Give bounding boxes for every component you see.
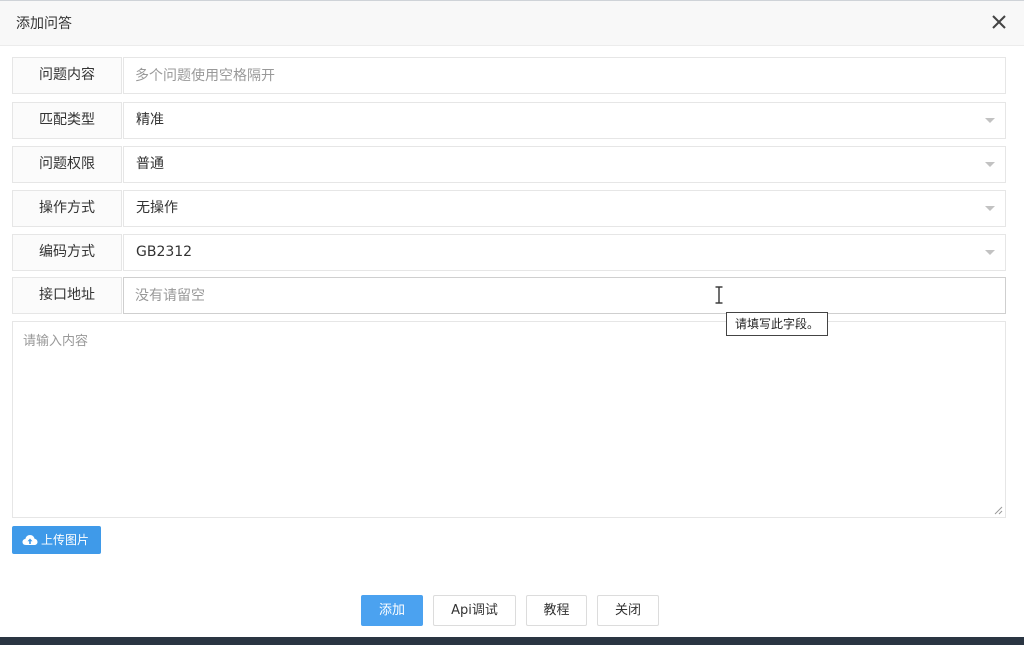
dialog-header: 添加问答: [0, 1, 1024, 46]
match-type-select[interactable]: 精准: [123, 102, 1006, 139]
encoding-value: GB2312: [136, 244, 193, 260]
match-type-row: 匹配类型 精准: [12, 102, 1006, 139]
operation-value: 无操作: [136, 200, 178, 216]
permission-value: 普通: [136, 156, 164, 172]
tutorial-button[interactable]: 教程: [526, 595, 587, 626]
api-test-button[interactable]: Api调试: [433, 595, 516, 626]
content-textarea-wrapper: [12, 321, 1006, 518]
add-button[interactable]: 添加: [361, 595, 423, 626]
operation-row: 操作方式 无操作: [12, 190, 1006, 227]
close-icon[interactable]: [990, 13, 1008, 31]
question-control: [123, 57, 1006, 94]
resize-handle-icon[interactable]: [994, 506, 1003, 515]
cloud-upload-icon: [22, 535, 38, 545]
upload-image-label: 上传图片: [41, 533, 90, 547]
text-cursor-icon: [715, 286, 723, 304]
api-url-input[interactable]: [124, 278, 1005, 313]
add-qa-dialog: 添加问答 问题内容 匹配类型 精准 问题权限 普通 操作方式 无操作: [0, 0, 1024, 640]
validation-tooltip: 请填写此字段。: [726, 312, 829, 336]
dropdown-arrow-icon: [985, 250, 995, 255]
api-url-row: 接口地址: [12, 277, 1006, 314]
api-url-label: 接口地址: [12, 277, 122, 314]
permission-label: 问题权限: [12, 146, 122, 183]
upload-image-button[interactable]: 上传图片: [12, 526, 101, 554]
question-row: 问题内容: [12, 57, 1006, 94]
question-input[interactable]: [124, 58, 1005, 93]
encoding-select[interactable]: GB2312: [123, 234, 1006, 271]
content-textarea[interactable]: [13, 322, 1005, 517]
dropdown-arrow-icon: [985, 162, 995, 167]
close-button[interactable]: 关闭: [597, 595, 659, 626]
dialog-title: 添加问答: [16, 16, 72, 32]
dropdown-arrow-icon: [985, 206, 995, 211]
operation-label: 操作方式: [12, 190, 122, 227]
encoding-row: 编码方式 GB2312: [12, 234, 1006, 271]
question-label: 问题内容: [12, 57, 122, 94]
permission-row: 问题权限 普通: [12, 146, 1006, 183]
operation-select[interactable]: 无操作: [123, 190, 1006, 227]
api-url-control: [123, 277, 1006, 314]
permission-select[interactable]: 普通: [123, 146, 1006, 183]
match-type-value: 精准: [136, 112, 164, 128]
taskbar-strip: [0, 637, 1024, 645]
encoding-label: 编码方式: [12, 234, 122, 271]
dropdown-arrow-icon: [985, 118, 995, 123]
match-type-label: 匹配类型: [12, 102, 122, 139]
